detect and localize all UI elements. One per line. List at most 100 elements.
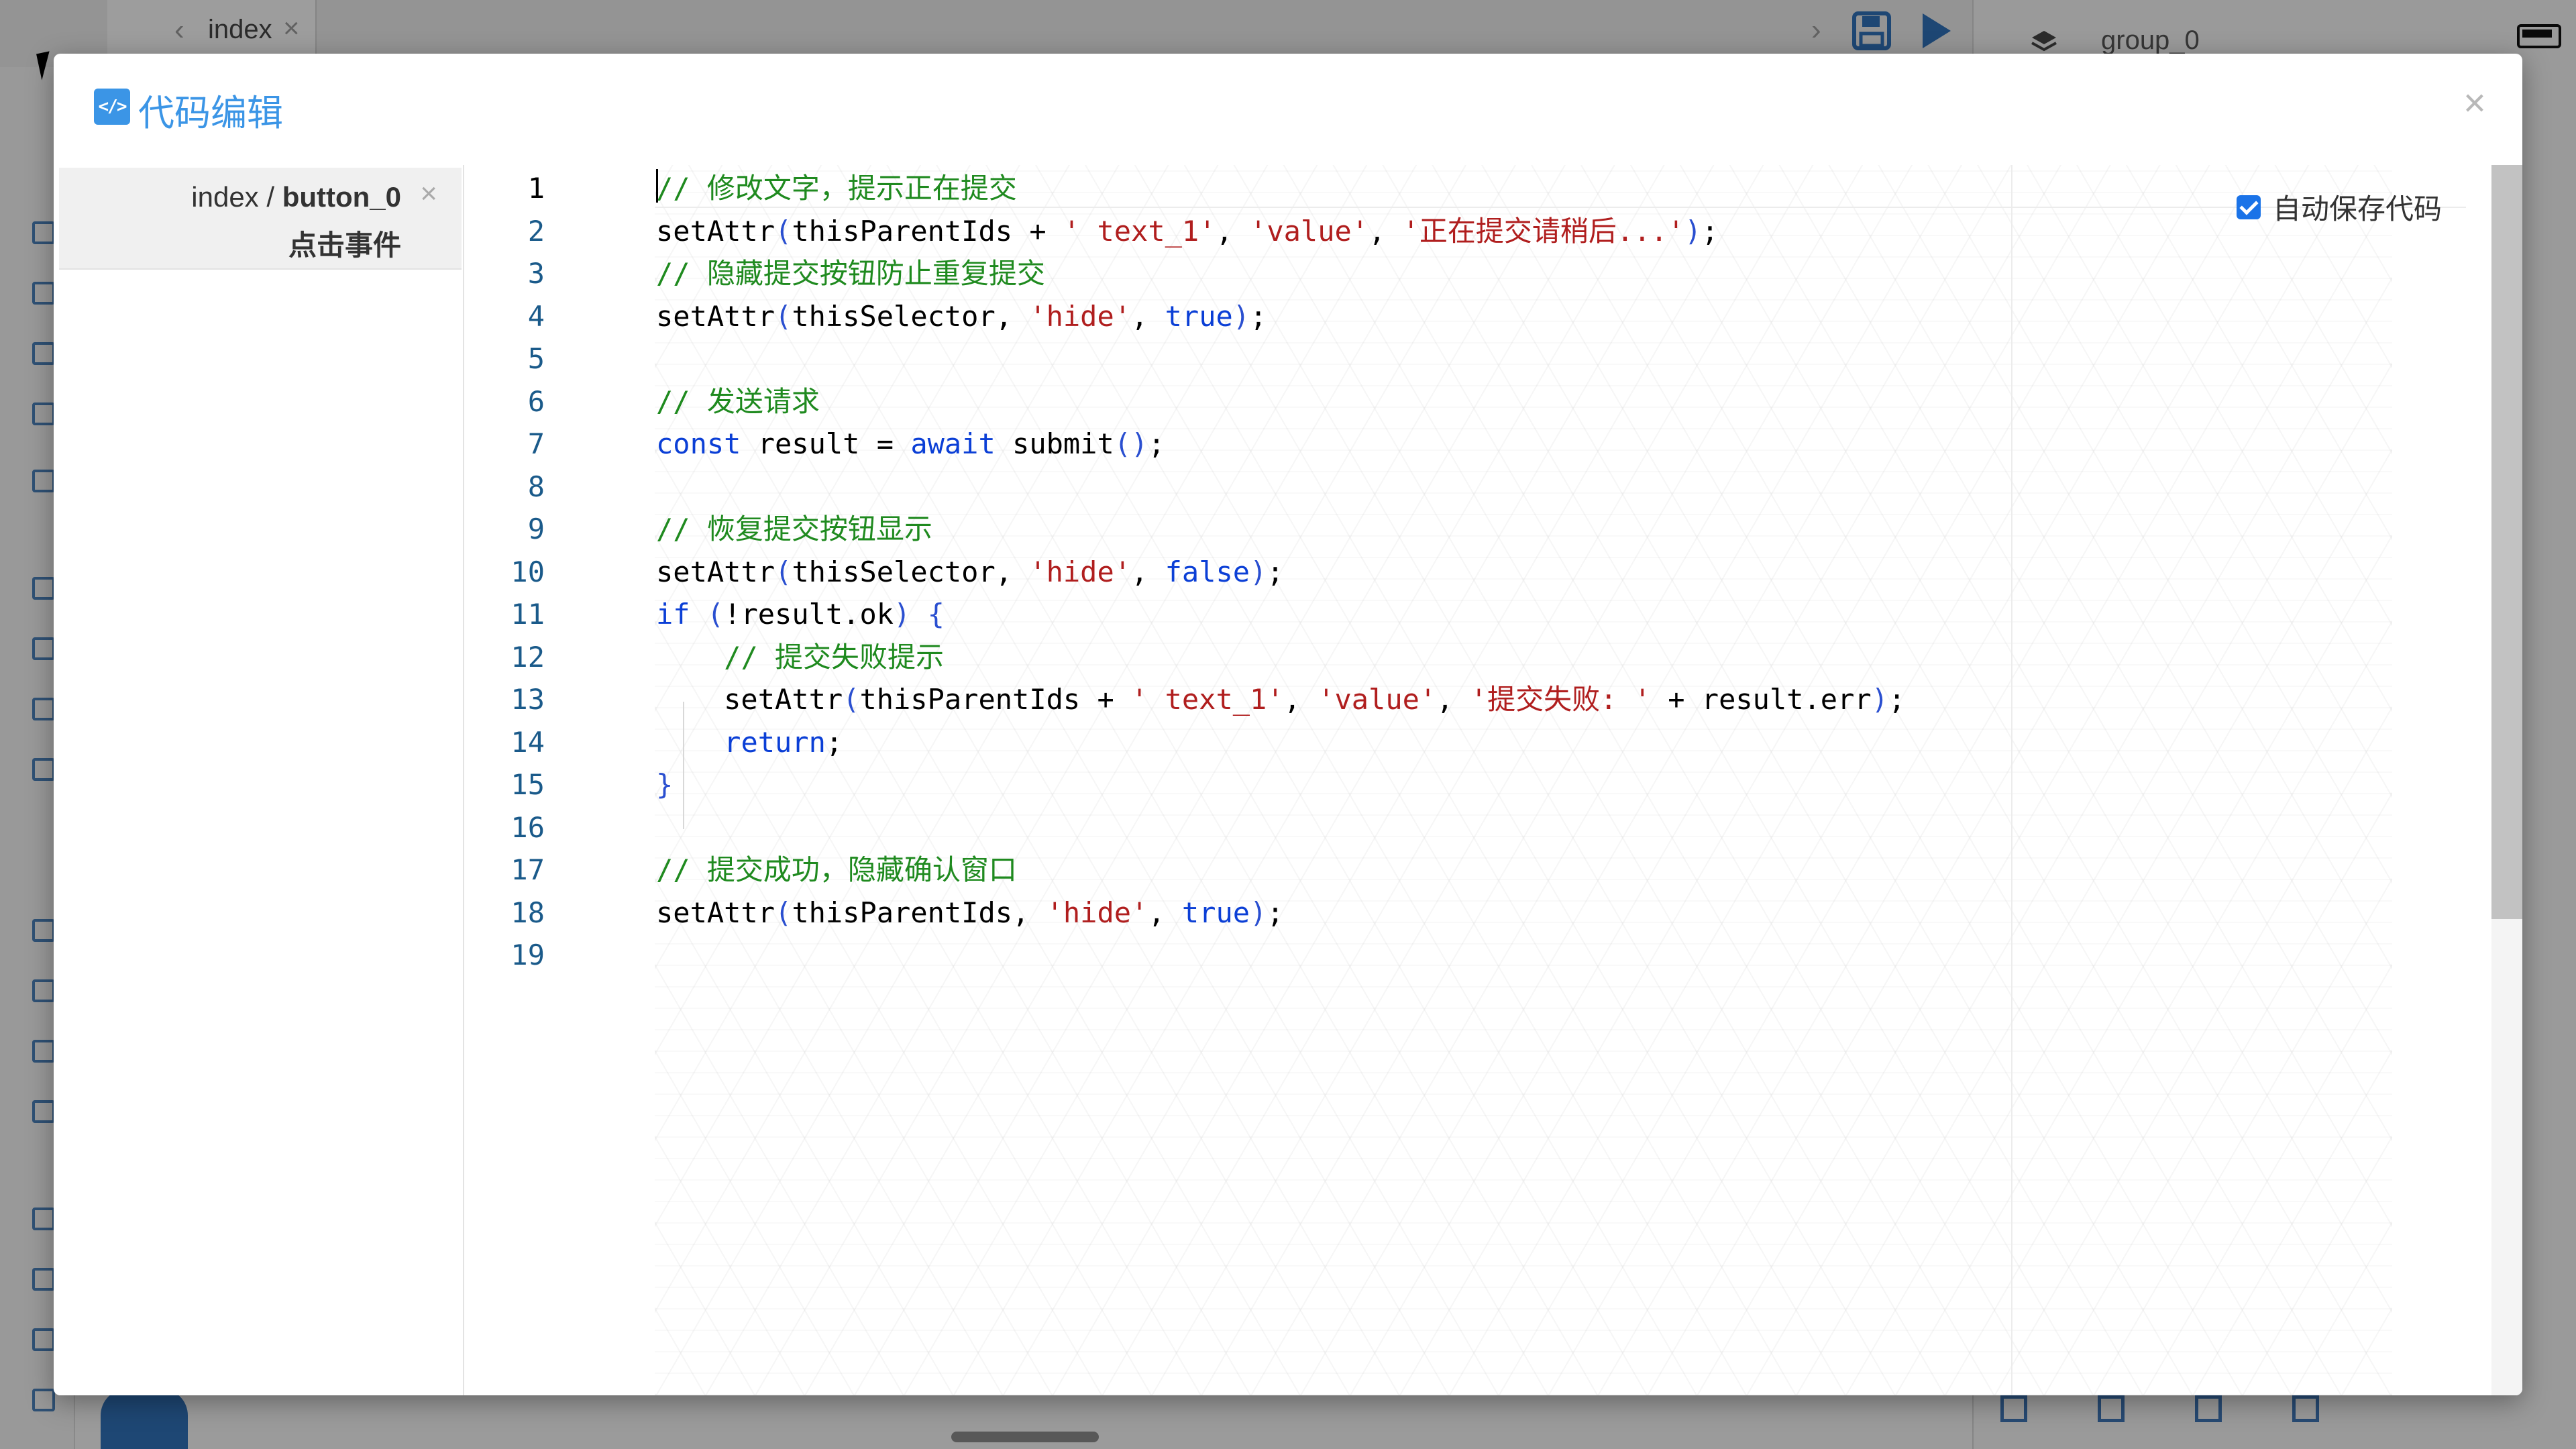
code-token: setAttr: [656, 683, 843, 716]
code-icon: </>: [94, 89, 130, 125]
code-text: // 发送请求: [656, 380, 820, 423]
code-text: setAttr(thisSelector, 'hide', false);: [656, 551, 1284, 593]
line-number: 14: [511, 725, 545, 759]
code-token: // 提交成功，隐藏确认窗口: [656, 853, 1017, 886]
code-token: 'hide': [1046, 896, 1148, 929]
autosave-label: 自动保存代码: [2273, 193, 2443, 225]
code-token: thisParentIds +: [792, 214, 1063, 248]
code-token: submit: [995, 427, 1114, 460]
line-number: 2: [527, 214, 545, 248]
scrollbar-thumb[interactable]: [2491, 165, 2522, 919]
code-token: return: [724, 725, 826, 759]
code-token: (: [775, 299, 792, 333]
code-token: ;: [1267, 896, 1284, 929]
code-token: (: [775, 214, 792, 248]
code-line[interactable]: 15}: [464, 763, 2477, 806]
event-component-name: button_0: [282, 181, 401, 213]
code-token: ): [1232, 299, 1250, 333]
code-token: ,: [1131, 299, 1165, 333]
line-number: 10: [511, 555, 545, 588]
code-token: 'value': [1250, 214, 1369, 248]
code-edit-dialog: </> 代码编辑 × index / button_0 × 点击事件 1 // 修…: [54, 54, 2522, 1395]
code-line[interactable]: 1 // 修改文字，提示正在提交: [464, 167, 2477, 209]
code-token: ,: [1368, 214, 1403, 248]
event-type-label: 点击事件: [288, 229, 401, 261]
code-line[interactable]: 19: [464, 934, 2477, 976]
dialog-title: 代码编辑: [138, 93, 283, 133]
code-token: setAttr: [656, 299, 775, 333]
code-line[interactable]: 11 if (!result.ok) {: [464, 593, 2477, 635]
line-number: 4: [527, 299, 545, 333]
code-line[interactable]: 5: [464, 337, 2477, 380]
code-token: if: [656, 598, 690, 631]
code-line[interactable]: 10 setAttr(thisSelector, 'hide', false);: [464, 551, 2477, 593]
code-line[interactable]: 2 setAttr(thisParentIds + ' text_1', 'val…: [464, 210, 2477, 252]
autosave-toggle[interactable]: 自动保存代码: [2237, 186, 2442, 227]
event-path-prefix: index /: [191, 181, 282, 213]
code-token: ): [1871, 683, 1888, 716]
dialog-header: </> 代码编辑 ×: [54, 54, 2522, 166]
close-icon[interactable]: ×: [420, 177, 437, 211]
code-line[interactable]: 9 // 恢复提交按钮显示: [464, 508, 2477, 550]
code-text: // 修改文字，提示正在提交: [656, 167, 1017, 209]
code-token: // 发送请求: [656, 384, 820, 418]
code-text: setAttr(thisParentIds + ' text_1', 'valu…: [656, 210, 1719, 252]
code-token: (: [775, 896, 792, 929]
code-token: 'hide': [1029, 299, 1132, 333]
event-list-item[interactable]: index / button_0 × 点击事件: [59, 168, 462, 270]
code-line[interactable]: 8: [464, 466, 2477, 508]
code-token: ,: [1283, 683, 1318, 716]
code-line[interactable]: 12 // 提交失败提示: [464, 636, 2477, 678]
code-line[interactable]: 3 // 隐藏提交按钮防止重复提交: [464, 252, 2477, 294]
code-line[interactable]: 4 setAttr(thisSelector, 'hide', true);: [464, 295, 2477, 337]
code-token: await: [910, 427, 996, 460]
code-token: ,: [1131, 555, 1165, 588]
code-token: result =: [741, 427, 911, 460]
code-token: {: [927, 598, 945, 631]
line-number: 13: [511, 683, 545, 716]
code-token: ' text_1': [1063, 214, 1216, 248]
line-number: 3: [527, 257, 545, 290]
code-line[interactable]: 7 const result = await submit();: [464, 423, 2477, 465]
code-token: ): [1250, 896, 1267, 929]
code-token: (: [706, 598, 724, 631]
close-dialog-button[interactable]: ×: [2463, 80, 2486, 125]
code-text: // 提交成功，隐藏确认窗口: [656, 849, 1017, 891]
code-token: }: [656, 768, 674, 801]
code-token: thisSelector,: [792, 555, 1030, 588]
code-text: setAttr(thisParentIds + ' text_1', 'valu…: [656, 678, 1905, 720]
code-token: (: [775, 555, 792, 588]
code-token: // 修改文字，提示正在提交: [656, 172, 1017, 205]
code-line[interactable]: 17 // 提交成功，隐藏确认窗口: [464, 849, 2477, 891]
code-token: true: [1181, 896, 1250, 929]
line-number: 19: [511, 938, 545, 971]
code-token: // 隐藏提交按钮防止重复提交: [656, 257, 1045, 290]
code-token: 'hide': [1029, 555, 1132, 588]
autosave-checkbox[interactable]: [2237, 195, 2261, 219]
code-token: ' text_1': [1131, 683, 1284, 716]
code-token: // 恢复提交按钮显示: [656, 513, 932, 545]
code-line[interactable]: 13 setAttr(thisParentIds + ' text_1', 'v…: [464, 678, 2477, 720]
event-list-panel: index / button_0 × 点击事件: [54, 165, 464, 1395]
code-line[interactable]: 18 setAttr(thisParentIds, 'hide', true);: [464, 892, 2477, 934]
code-token: (): [1114, 427, 1148, 460]
code-token: + result.err: [1650, 683, 1872, 716]
code-token: ;: [1701, 214, 1719, 248]
code-token: thisParentIds +: [859, 683, 1132, 716]
code-token: setAttr: [656, 555, 775, 588]
code-line[interactable]: 14 return;: [464, 721, 2477, 763]
text-cursor: [656, 169, 658, 203]
line-number: 16: [511, 810, 545, 844]
code-line[interactable]: 6 // 发送请求: [464, 380, 2477, 423]
code-token: '正在提交请稍后...': [1402, 214, 1685, 248]
code-token: true: [1165, 299, 1233, 333]
code-line[interactable]: 16: [464, 806, 2477, 849]
code-token: ): [1250, 555, 1267, 588]
event-target-path: index / button_0: [191, 181, 401, 213]
code-token: ,: [1436, 683, 1470, 716]
code-editor[interactable]: 1 // 修改文字，提示正在提交 2 setAttr(thisParentIds + …: [464, 165, 2522, 1395]
code-token: ;: [825, 725, 843, 759]
